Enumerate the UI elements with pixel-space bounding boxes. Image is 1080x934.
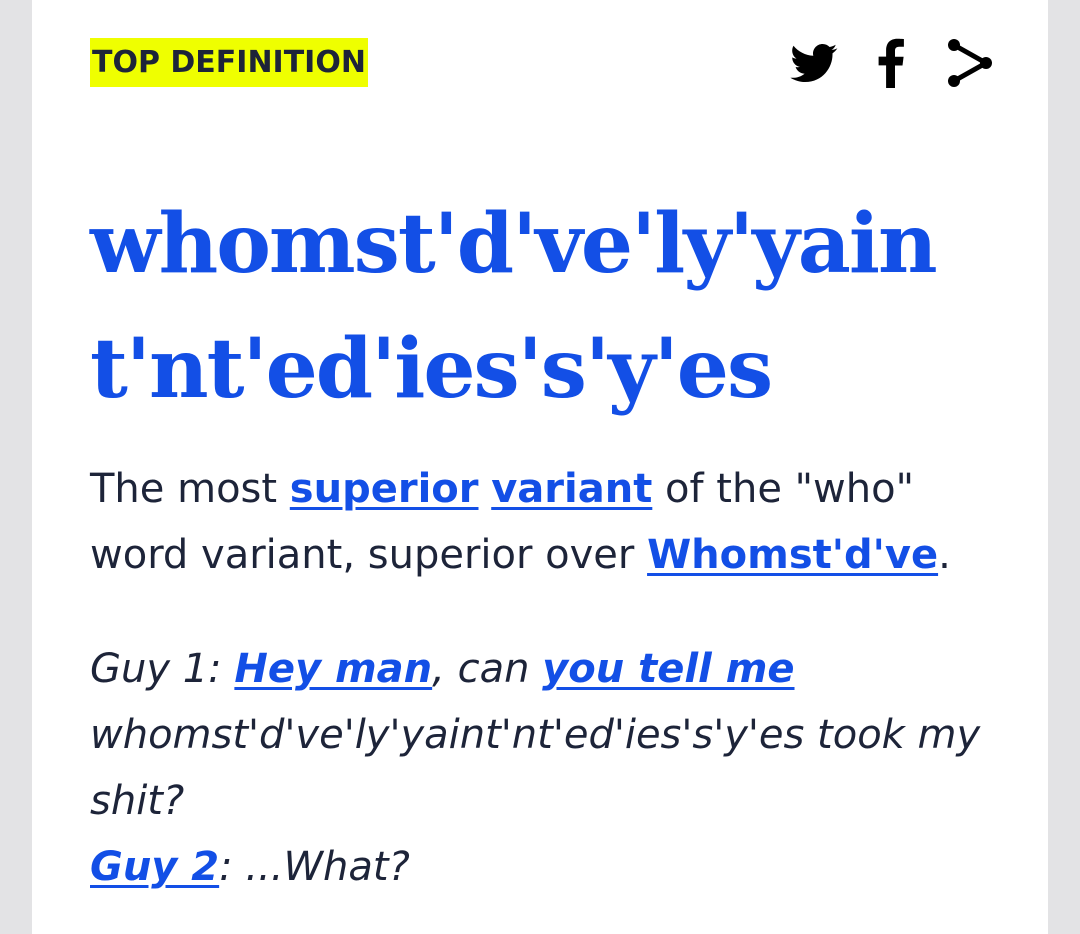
link-superior[interactable]: superior [290,466,479,512]
link-hey-man[interactable]: Hey man [234,646,432,692]
facebook-icon[interactable] [878,38,904,88]
word-line-2: t'nt'ed'ies's'y'es [90,321,773,417]
example-text: Guy 1: [90,646,235,692]
example-text: , can [432,646,543,692]
link-whomstdve[interactable]: Whomst'd've [647,532,938,578]
definition-card: TOP DEFINITION whomst'd've'ly'yain t'nt'… [32,0,1048,934]
example-text: : ...What? [219,844,410,890]
link-you-tell-me[interactable]: you tell me [542,646,794,692]
word-line-1: whomst'd've'ly'yain [90,196,938,292]
definition-header: TOP DEFINITION [90,38,992,88]
twitter-icon[interactable] [790,38,838,88]
meaning-text [479,466,492,512]
defined-word-link[interactable]: whomst'd've'ly'yain t'nt'ed'ies's'y'es [90,182,1030,432]
definition-meaning: The most superior variant of the "who" w… [90,456,990,588]
meaning-text: . [938,532,951,578]
meaning-text: The most [90,466,290,512]
definition-example: Guy 1: Hey man, can you tell me whomst'd… [90,636,990,900]
link-variant[interactable]: variant [491,466,652,512]
top-definition-badge: TOP DEFINITION [90,38,368,87]
example-text: whomst'd've'ly'yaint'nt'ed'ies's'y'es to… [90,712,981,824]
share-icon[interactable] [946,38,994,88]
link-guy-2[interactable]: Guy 2 [90,844,219,890]
